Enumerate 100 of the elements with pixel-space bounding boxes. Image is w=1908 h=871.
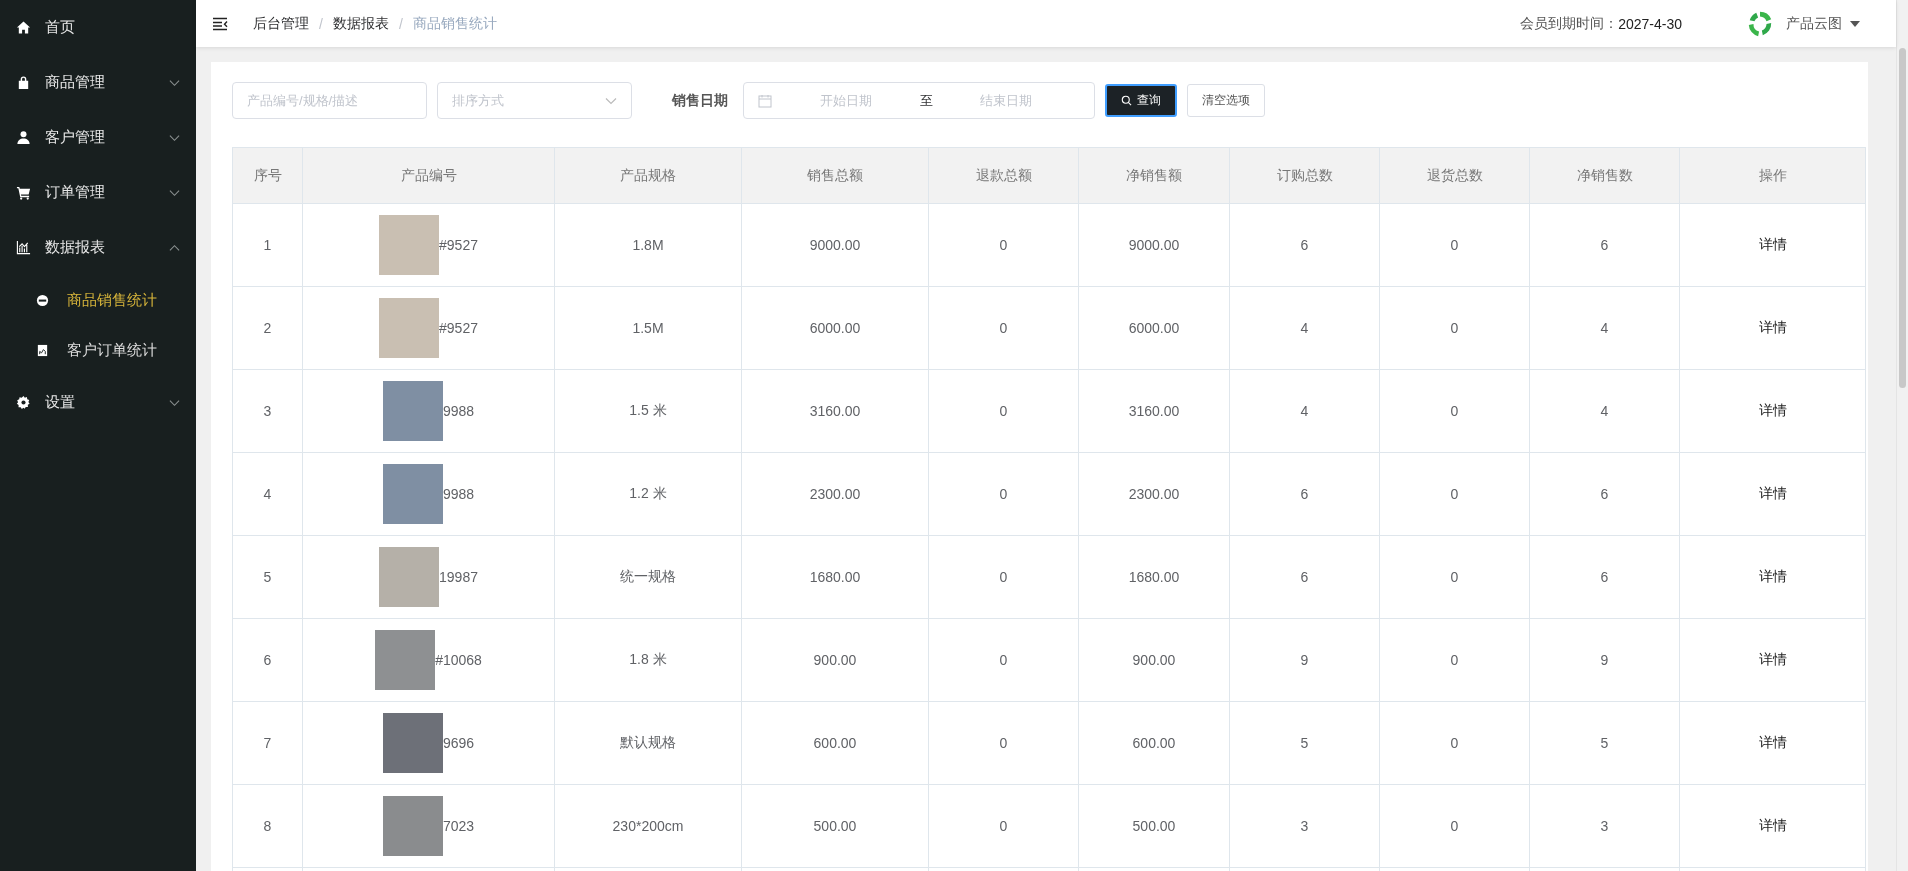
table-cell: 6 bbox=[1229, 535, 1380, 619]
expiry-label: 会员到期时间： bbox=[1520, 14, 1619, 33]
badge-icon bbox=[36, 293, 49, 307]
nav-subitem[interactable]: 客户订单统计 bbox=[0, 325, 196, 375]
table-cell: 9000.00 bbox=[741, 203, 929, 287]
chart-icon bbox=[16, 240, 31, 255]
user-icon bbox=[16, 130, 31, 145]
chevron-down-icon bbox=[605, 96, 617, 105]
table-cell: 6 bbox=[1529, 452, 1680, 536]
table-cell: 1.5M bbox=[554, 286, 742, 370]
nav-subitem[interactable]: 商品销售统计 bbox=[0, 275, 196, 325]
table-cell: 0 bbox=[1379, 452, 1530, 536]
table-cell: 1 bbox=[232, 203, 303, 287]
product-code: 9696 bbox=[442, 735, 475, 751]
table-cell: 600.00 bbox=[741, 701, 929, 785]
table-cell: 9 bbox=[1229, 618, 1380, 702]
nav-item[interactable]: 数据报表 bbox=[0, 220, 196, 275]
details-link[interactable]: 详情 bbox=[1758, 817, 1787, 833]
column-header: 序号 bbox=[232, 147, 303, 204]
table-cell: 0 bbox=[1379, 286, 1530, 370]
table-cell: 3 bbox=[232, 369, 303, 453]
table-cell: 0 bbox=[1379, 369, 1530, 453]
table-cell: 5 bbox=[232, 535, 303, 619]
caret-down-icon[interactable] bbox=[1850, 20, 1860, 27]
column-header: 销售总额 bbox=[741, 147, 929, 204]
column-header: 净销售额 bbox=[1078, 147, 1230, 204]
product-code: #9527 bbox=[439, 237, 478, 253]
table-cell: 2300.00 bbox=[1078, 452, 1230, 536]
table-cell: 4 bbox=[232, 452, 303, 536]
column-header: 退货总数 bbox=[1379, 147, 1530, 204]
table-cell: 7 bbox=[232, 701, 303, 785]
table-cell: 9000.00 bbox=[1078, 203, 1230, 287]
table-cell: 4 bbox=[1229, 369, 1380, 453]
table-cell: 600.00 bbox=[1078, 701, 1230, 785]
photo-placeholder bbox=[382, 464, 443, 524]
table-cell: 0 bbox=[1379, 535, 1530, 619]
photo-placeholder bbox=[382, 796, 443, 856]
details-link[interactable]: 详情 bbox=[1758, 568, 1787, 584]
nav-item[interactable]: 商品管理 bbox=[0, 55, 196, 110]
breadcrumb-link[interactable]: 数据报表 bbox=[332, 14, 389, 33]
table-cell: 4 bbox=[1229, 286, 1380, 370]
table-cell: 默认规格 bbox=[554, 701, 742, 785]
table-cell: 1680.00 bbox=[1078, 535, 1230, 619]
details-link[interactable]: 详情 bbox=[1758, 402, 1787, 418]
breadcrumb-link[interactable]: 后台管理 bbox=[253, 14, 309, 33]
query-button[interactable]: 查询 bbox=[1105, 84, 1177, 117]
column-header: 订购总数 bbox=[1229, 147, 1380, 204]
nav-item[interactable]: 客户管理 bbox=[0, 110, 196, 165]
table-cell: 5 bbox=[1529, 701, 1680, 785]
menu-fold-icon[interactable] bbox=[212, 16, 228, 31]
product-code: #10068 bbox=[435, 652, 482, 668]
product-code: 19987 bbox=[439, 569, 478, 585]
table-cell: 0 bbox=[928, 203, 1079, 287]
nav-item[interactable]: 订单管理 bbox=[0, 165, 196, 220]
details-link[interactable]: 详情 bbox=[1758, 319, 1787, 335]
table-cell: 6 bbox=[1229, 452, 1380, 536]
table-cell: 1.8 米 bbox=[554, 618, 742, 702]
column-header: 产品规格 bbox=[554, 147, 742, 204]
user-menu[interactable]: 产品云图 bbox=[1786, 14, 1842, 33]
table-cell: 1.2 米 bbox=[554, 452, 742, 536]
table-cell: 0 bbox=[1379, 618, 1530, 702]
scrollbar[interactable] bbox=[1896, 0, 1908, 871]
table-cell: 0 bbox=[928, 286, 1079, 370]
table-cell: 0 bbox=[1379, 784, 1530, 868]
nav-item[interactable]: 首页 bbox=[0, 0, 196, 55]
details-link[interactable]: 详情 bbox=[1758, 485, 1787, 501]
table-cell: 0 bbox=[928, 369, 1079, 453]
cart-icon bbox=[16, 185, 31, 200]
table-cell: 9 bbox=[1529, 618, 1680, 702]
logo-icon bbox=[1746, 9, 1774, 38]
date-label: 销售日期 bbox=[672, 91, 728, 110]
column-header: 净销售数 bbox=[1529, 147, 1680, 204]
product-code: #9527 bbox=[439, 320, 478, 336]
table-cell: 500.00 bbox=[741, 784, 929, 868]
bag-icon bbox=[16, 75, 31, 90]
clear-button[interactable]: 清空选项 bbox=[1187, 84, 1265, 117]
table-cell: 4 bbox=[1529, 369, 1680, 453]
table-cell: 0 bbox=[928, 701, 1079, 785]
details-link[interactable]: 详情 bbox=[1758, 236, 1787, 252]
search-icon bbox=[1121, 95, 1132, 106]
table-cell: 900.00 bbox=[741, 618, 929, 702]
table-cell: 2 bbox=[232, 286, 303, 370]
calendar-icon bbox=[758, 93, 772, 108]
table-cell: 0 bbox=[928, 452, 1079, 536]
date-range-field[interactable]: 开始日期 至 结束日期 bbox=[743, 82, 1095, 119]
nav-item[interactable]: 设置 bbox=[0, 375, 196, 430]
product-code: 9988 bbox=[442, 486, 475, 502]
breadcrumb-separator: / bbox=[319, 15, 323, 32]
table-cell: 3 bbox=[1529, 784, 1680, 868]
photo-placeholder bbox=[382, 713, 443, 773]
table-cell: 6000.00 bbox=[1078, 286, 1230, 370]
column-header: 操作 bbox=[1679, 147, 1866, 204]
details-link[interactable]: 详情 bbox=[1758, 734, 1787, 750]
column-header: 产品编号 bbox=[302, 147, 555, 204]
search-field[interactable]: 产品编号/规格/描述 bbox=[232, 82, 427, 119]
table-cell: 6000.00 bbox=[741, 286, 929, 370]
home-icon bbox=[16, 20, 31, 35]
details-link[interactable]: 详情 bbox=[1758, 651, 1787, 667]
table-cell: 1.5 米 bbox=[554, 369, 742, 453]
table-cell: 8 bbox=[232, 784, 303, 868]
